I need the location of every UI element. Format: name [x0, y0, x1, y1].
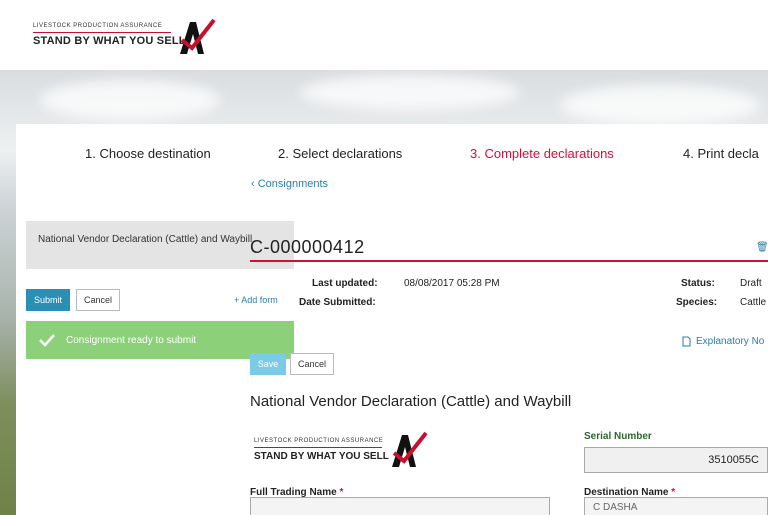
save-button[interactable]: Save: [250, 353, 286, 375]
lpa-tick-icon: [180, 18, 216, 54]
lpa-logo[interactable]: LIVESTOCK PRODUCTION ASSURANCE STAND BY …: [30, 14, 230, 60]
trading-name-input[interactable]: [250, 497, 550, 515]
consignment-id: C-000000412: [250, 237, 365, 257]
title-underline: [250, 260, 768, 262]
serial-number-label: Serial Number: [584, 431, 652, 442]
status-label: Status:: [681, 278, 715, 289]
step-print-declarations[interactable]: 4. Print decla: [683, 146, 759, 161]
back-to-consignments-link[interactable]: ‹ Consignments: [251, 178, 328, 190]
trash-icon[interactable]: 🗑: [756, 242, 768, 253]
date-submitted-label: Date Submitted:: [299, 297, 376, 308]
form-title: National Vendor Declaration (Cattle) and…: [250, 393, 572, 410]
wizard-steps: 1. Choose destination 2. Select declarat…: [16, 146, 768, 166]
main-card: 1. Choose destination 2. Select declarat…: [16, 124, 768, 515]
submit-button[interactable]: Submit: [26, 289, 70, 311]
back-link-label: Consignments: [257, 178, 329, 190]
status-value: Draft: [740, 278, 762, 289]
step-select-declarations[interactable]: 2. Select declarations: [278, 146, 402, 161]
form-cancel-button[interactable]: Cancel: [290, 353, 334, 375]
site-header: LIVESTOCK PRODUCTION ASSURANCE STAND BY …: [0, 0, 768, 70]
document-icon: [682, 336, 691, 347]
species-label: Species:: [676, 297, 718, 308]
form-logo-rule: [254, 447, 382, 448]
explanatory-notes-link[interactable]: Explanatory No: [682, 336, 764, 347]
last-updated-value: 08/08/2017 05:28 PM: [404, 278, 500, 289]
add-form-link[interactable]: + Add form: [234, 295, 278, 305]
logo-rule: [33, 32, 171, 33]
chevron-left-icon: ‹: [251, 178, 258, 190]
explanatory-label: Explanatory No: [696, 336, 765, 347]
toast-message: Consignment ready to submit: [66, 334, 197, 346]
step-choose-destination[interactable]: 1. Choose destination: [85, 146, 211, 161]
last-updated-label: Last updated:: [312, 278, 378, 289]
logo-small-text: LIVESTOCK PRODUCTION ASSURANCE: [33, 23, 163, 29]
step-complete-declarations[interactable]: 3. Complete declarations: [470, 146, 614, 161]
check-icon: [39, 334, 55, 347]
serial-number-field: 3510055C: [584, 447, 768, 473]
form-logo-small-text: LIVESTOCK PRODUCTION ASSURANCE: [254, 438, 384, 444]
form-lpa-logo: LIVESTOCK PRODUCTION ASSURANCE STAND BY …: [252, 427, 452, 473]
form-logo-tagline: STAND BY WHAT YOU SELL: [254, 451, 389, 462]
logo-tagline: STAND BY WHAT YOU SELL: [33, 35, 186, 47]
species-value: Cattle: [740, 297, 767, 308]
sidebar-cancel-button[interactable]: Cancel: [76, 289, 120, 311]
destination-name-input[interactable]: C DASHA: [584, 497, 768, 515]
form-lpa-tick-icon: [392, 431, 428, 467]
